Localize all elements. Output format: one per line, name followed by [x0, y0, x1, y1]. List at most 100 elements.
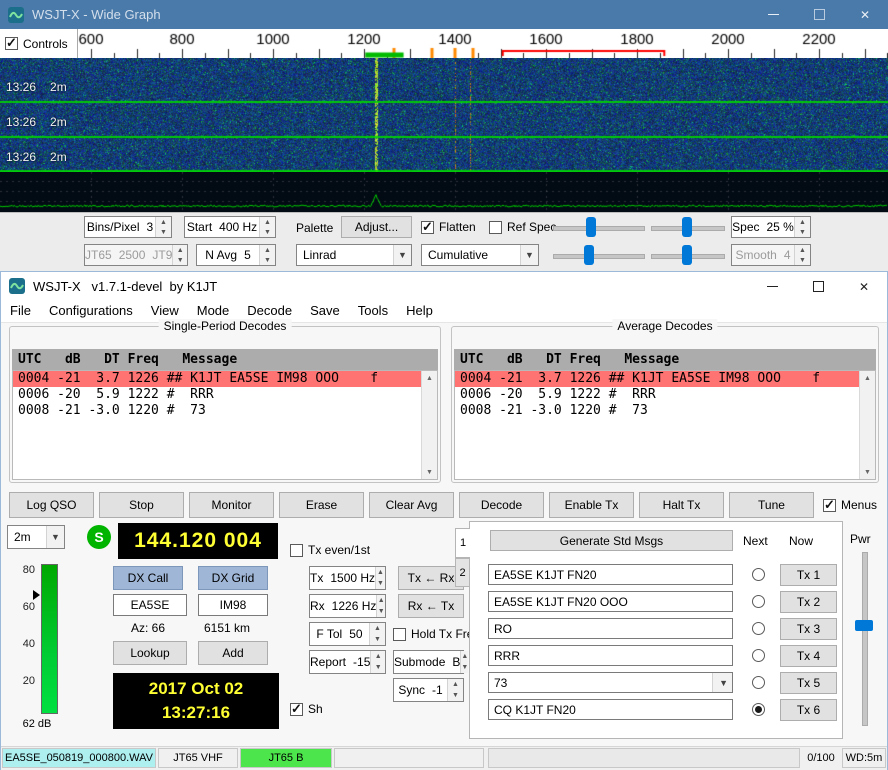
- spinner-arrows-icon[interactable]: ▲▼: [259, 245, 275, 265]
- spinner-arrows-icon[interactable]: ▲▼: [447, 679, 463, 701]
- waterfall-zero-slider[interactable]: [651, 216, 725, 238]
- decode-button[interactable]: Decode: [459, 492, 544, 518]
- slider-handle[interactable]: [584, 245, 594, 265]
- halt-tx-button[interactable]: Halt Tx: [639, 492, 724, 518]
- sync-spinner[interactable]: Sync-1 ▲▼: [393, 678, 464, 702]
- dx-grid-field[interactable]: IM98: [198, 594, 268, 616]
- vertical-scrollbar[interactable]: ▲▼: [421, 371, 437, 479]
- pwr-slider[interactable]: [862, 552, 868, 726]
- report-spinner[interactable]: Report-15 ▲▼: [309, 650, 386, 674]
- jt65-jt9-split-spinner[interactable]: JT652500JT9 ▲▼: [84, 244, 188, 266]
- tab-1[interactable]: 1: [455, 528, 470, 558]
- spectrum-type-combobox[interactable]: Cumulative ▼: [421, 244, 539, 266]
- wg-minimize-button[interactable]: [750, 0, 796, 29]
- slider-handle[interactable]: [682, 217, 692, 237]
- dx-grid-button[interactable]: DX Grid: [198, 566, 268, 590]
- submode-spinner[interactable]: SubmodeB ▲▼: [393, 650, 464, 674]
- spinner-arrows-icon[interactable]: ▲▼: [794, 245, 810, 265]
- spinner-arrows-icon[interactable]: ▲▼: [369, 623, 385, 645]
- main-titlebar[interactable]: WSJT-X v1.7.1-devel by K1JT ✕: [1, 272, 887, 300]
- tx-even-checkbox[interactable]: Tx even/1st: [290, 543, 370, 557]
- sh-checkbox[interactable]: Sh: [290, 702, 323, 716]
- tx1-message-field[interactable]: EA5SE K1JT FN20: [488, 564, 733, 585]
- dx-call-field[interactable]: EA5SE: [113, 594, 187, 616]
- main-close-button[interactable]: ✕: [841, 272, 887, 301]
- frequency-scale[interactable]: [0, 29, 888, 58]
- band-combobox[interactable]: 2m ▼: [7, 525, 65, 549]
- generate-std-msgs-button[interactable]: Generate Std Msgs: [490, 530, 733, 551]
- scroll-up-icon[interactable]: ▲: [422, 371, 437, 385]
- spinner-arrows-icon[interactable]: ▲▼: [370, 651, 385, 673]
- clear-avg-button[interactable]: Clear Avg: [369, 492, 454, 518]
- spectrum-display[interactable]: [0, 172, 888, 212]
- main-minimize-button[interactable]: [749, 272, 795, 301]
- pwr-slider-handle[interactable]: [855, 620, 873, 631]
- tx1-now-button[interactable]: Tx 1: [780, 564, 837, 586]
- adjust-button[interactable]: Adjust...: [341, 216, 412, 238]
- rx-freq-spinner[interactable]: Rx1226 Hz ▲▼: [309, 594, 386, 618]
- tx1-next-radio[interactable]: [752, 568, 765, 581]
- spectrum-zero-slider[interactable]: [651, 244, 725, 266]
- vertical-scrollbar[interactable]: ▲▼: [859, 371, 875, 479]
- tx2-message-field[interactable]: EA5SE K1JT FN20 OOO: [488, 591, 733, 612]
- menu-tools[interactable]: Tools: [349, 300, 397, 322]
- tx5-message-field[interactable]: 73▼: [488, 672, 733, 693]
- erase-button[interactable]: Erase: [279, 492, 364, 518]
- tune-button[interactable]: Tune: [729, 492, 814, 518]
- tx3-next-radio[interactable]: [752, 622, 765, 635]
- wg-close-button[interactable]: ✕: [842, 0, 888, 29]
- lookup-button[interactable]: Lookup: [113, 641, 187, 665]
- flatten-checkbox[interactable]: Flatten: [421, 220, 476, 234]
- tx3-message-field[interactable]: RO: [488, 618, 733, 639]
- tx2-now-button[interactable]: Tx 2: [780, 591, 837, 613]
- palette-combobox[interactable]: Linrad ▼: [296, 244, 412, 266]
- tx5-next-radio[interactable]: [752, 676, 765, 689]
- tx-freq-spinner[interactable]: Tx1500 Hz ▲▼: [309, 566, 386, 590]
- decode-row[interactable]: 0008 -21 -3.0 1220 # 73: [455, 403, 875, 419]
- menu-save[interactable]: Save: [301, 300, 349, 322]
- controls-checkbox[interactable]: Controls: [5, 37, 68, 51]
- tx3-now-button[interactable]: Tx 3: [780, 618, 837, 640]
- spectrum-gain-slider[interactable]: [553, 244, 645, 266]
- spinner-arrows-icon[interactable]: ▲▼: [259, 217, 275, 237]
- menu-file[interactable]: File: [1, 300, 40, 322]
- spinner-arrows-icon[interactable]: ▲▼: [375, 567, 385, 589]
- tx2-next-radio[interactable]: [752, 595, 765, 608]
- tab-2[interactable]: 2: [455, 558, 470, 587]
- wg-maximize-button[interactable]: [796, 0, 842, 29]
- start-hz-spinner[interactable]: Start400 Hz ▲▼: [184, 216, 276, 238]
- decode-row[interactable]: 0004 -21 3.7 1226 ## K1JT EA5SE IM98 OOO…: [455, 371, 875, 387]
- tx4-message-field[interactable]: RRR: [488, 645, 733, 666]
- single-period-decode-list[interactable]: 0004 -21 3.7 1226 ## K1JT EA5SE IM98 OOO…: [12, 370, 438, 480]
- tx6-message-field[interactable]: CQ K1JT FN20: [488, 699, 733, 720]
- dx-call-button[interactable]: DX Call: [113, 566, 183, 590]
- decode-row[interactable]: 0004 -21 3.7 1226 ## K1JT EA5SE IM98 OOO…: [13, 371, 437, 387]
- tx4-now-button[interactable]: Tx 4: [780, 645, 837, 667]
- enable-tx-button[interactable]: Enable Tx: [549, 492, 634, 518]
- average-decode-list[interactable]: 0004 -21 3.7 1226 ## K1JT EA5SE IM98 OOO…: [454, 370, 876, 480]
- main-maximize-button[interactable]: [795, 272, 841, 301]
- ref-spec-checkbox[interactable]: Ref Spec: [489, 220, 556, 234]
- ftol-spinner[interactable]: F Tol50 ▲▼: [309, 622, 386, 646]
- scroll-down-icon[interactable]: ▼: [860, 465, 875, 479]
- spinner-arrows-icon[interactable]: ▲▼: [172, 245, 187, 265]
- decode-row[interactable]: 0008 -21 -3.0 1220 # 73: [13, 403, 437, 419]
- log-qso-button[interactable]: Log QSO: [9, 492, 94, 518]
- tx5-now-button[interactable]: Tx 5: [780, 672, 837, 694]
- scroll-up-icon[interactable]: ▲: [860, 371, 875, 385]
- tx4-next-radio[interactable]: [752, 649, 765, 662]
- spinner-arrows-icon[interactable]: ▲▼: [376, 595, 385, 617]
- waterfall-gain-slider[interactable]: [553, 216, 645, 238]
- add-button[interactable]: Add: [198, 641, 268, 665]
- scroll-down-icon[interactable]: ▼: [422, 465, 437, 479]
- hold-tx-freq-checkbox[interactable]: Hold Tx Freq: [393, 627, 480, 641]
- monitor-button[interactable]: Monitor: [189, 492, 274, 518]
- rx-from-tx-button[interactable]: Rx ← Tx: [398, 594, 464, 618]
- wide-graph-titlebar[interactable]: WSJT-X - Wide Graph ✕: [0, 0, 888, 29]
- waterfall-display[interactable]: [0, 58, 888, 172]
- menu-help[interactable]: Help: [397, 300, 442, 322]
- smooth-spinner[interactable]: Smooth4 ▲▼: [731, 244, 811, 266]
- decode-row[interactable]: 0006 -20 5.9 1222 # RRR: [455, 387, 875, 403]
- menu-configurations[interactable]: Configurations: [40, 300, 142, 322]
- stop-button[interactable]: Stop: [99, 492, 184, 518]
